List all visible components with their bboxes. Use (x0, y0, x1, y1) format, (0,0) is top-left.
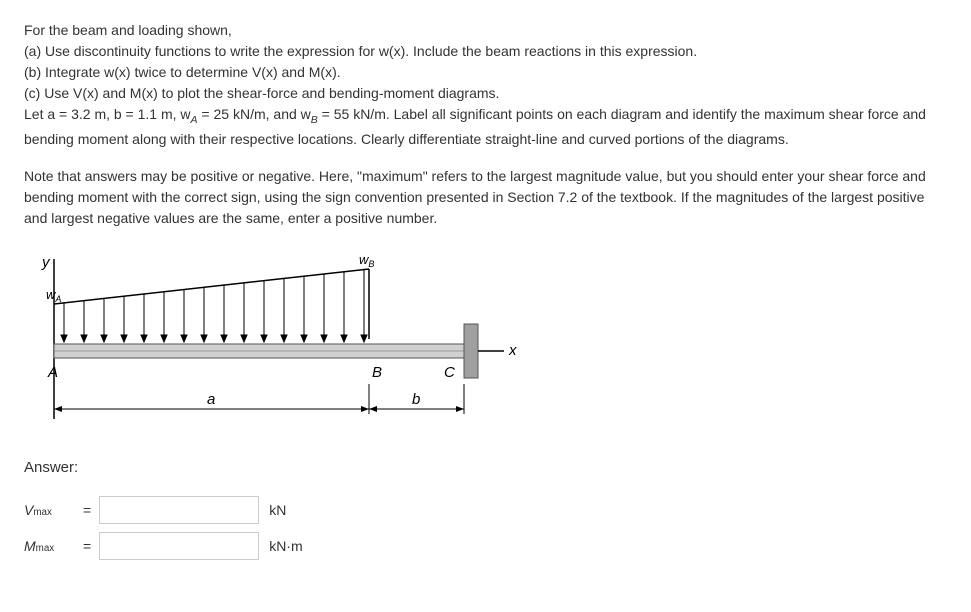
parameters: Let a = 3.2 m, b = 1.1 m, wA = 25 kN/m, … (24, 104, 947, 150)
part-a: (a) Use discontinuity functions to write… (24, 41, 947, 62)
note-text: Note that answers may be positive or neg… (24, 166, 947, 229)
mmax-unit: kN·m (269, 538, 302, 554)
point-B: B (372, 364, 382, 381)
vmax-row: Vmax = kN (24, 496, 947, 524)
answer-heading: Answer: (24, 459, 947, 476)
wB-label: wB (359, 252, 374, 269)
load-arrows (61, 270, 367, 342)
beam-diagram: y wA wB (24, 249, 524, 439)
x-label: x (508, 342, 517, 359)
vmax-unit: kN (269, 502, 286, 518)
mmax-input[interactable] (99, 532, 259, 560)
y-label: y (41, 254, 51, 271)
vmax-input[interactable] (99, 496, 259, 524)
point-A: A (47, 364, 58, 381)
point-C: C (444, 364, 455, 381)
answer-section: Answer: Vmax = kN Mmax = kN·m (24, 459, 947, 560)
equals-sign: = (83, 502, 91, 518)
mmax-label: Mmax (24, 538, 79, 554)
problem-statement: For the beam and loading shown, (a) Use … (24, 20, 947, 150)
wA-label: wA (46, 287, 61, 304)
part-c: (c) Use V(x) and M(x) to plot the shear-… (24, 83, 947, 104)
note-paragraph: Note that answers may be positive or neg… (24, 166, 947, 229)
vmax-label: Vmax (24, 502, 79, 518)
equals-sign: = (83, 538, 91, 554)
mmax-row: Mmax = kN·m (24, 532, 947, 560)
dim-b: b (412, 391, 420, 408)
dim-a: a (207, 391, 215, 408)
intro-line: For the beam and loading shown, (24, 20, 947, 41)
part-b: (b) Integrate w(x) twice to determine V(… (24, 62, 947, 83)
